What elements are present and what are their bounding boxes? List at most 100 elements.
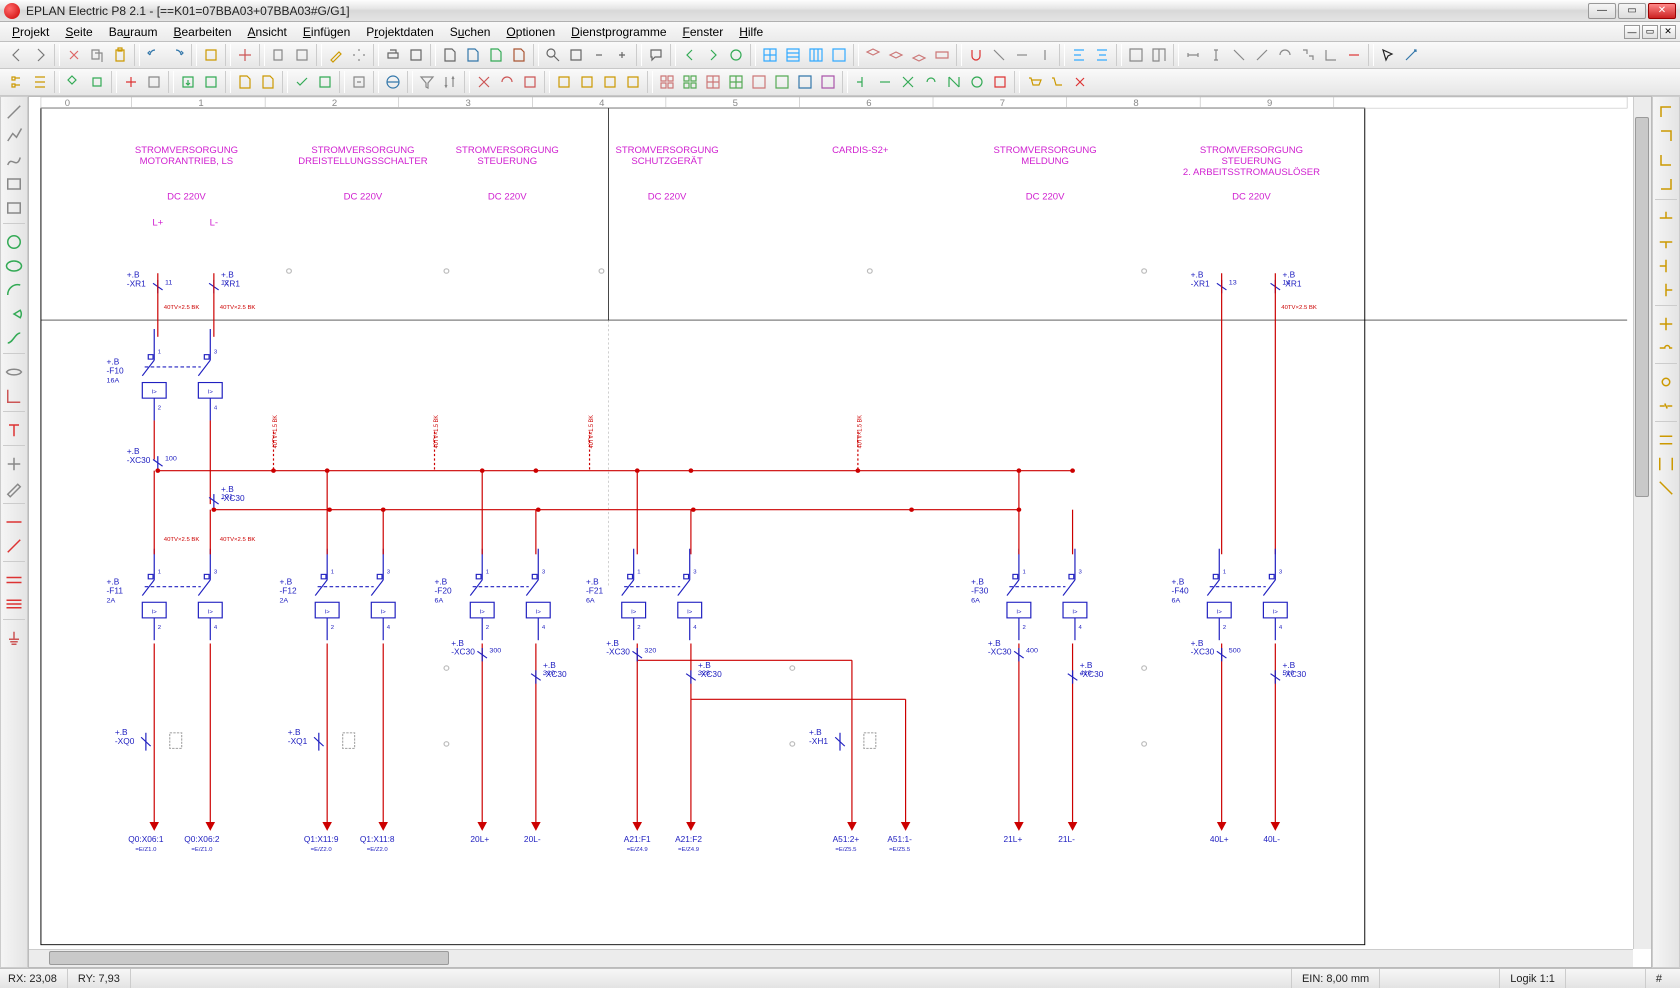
undo-icon[interactable]: [143, 44, 165, 66]
prev-page-icon[interactable]: [6, 44, 28, 66]
arc-icon[interactable]: [3, 279, 25, 301]
report1-icon[interactable]: [234, 71, 256, 93]
close-button[interactable]: ✕: [1648, 3, 1676, 19]
ground-icon[interactable]: [3, 627, 25, 649]
del-icon[interactable]: [1069, 71, 1091, 93]
macro-icon[interactable]: [234, 44, 256, 66]
redo-icon[interactable]: [166, 44, 188, 66]
part-icon[interactable]: [120, 71, 142, 93]
snap1-icon[interactable]: [988, 44, 1010, 66]
edit-icon[interactable]: [325, 44, 347, 66]
text-icon[interactable]: [3, 419, 25, 441]
menu-ansicht[interactable]: Ansicht: [242, 23, 293, 41]
settings-icon[interactable]: [348, 44, 370, 66]
jumper-icon[interactable]: [1655, 337, 1677, 359]
box3-icon[interactable]: [599, 71, 621, 93]
menu-projekt[interactable]: Projekt: [6, 23, 55, 41]
vline-icon[interactable]: [3, 535, 25, 557]
mdi-minimize[interactable]: —: [1624, 25, 1640, 39]
cursor-icon[interactable]: [1377, 44, 1399, 66]
next-page-icon[interactable]: [29, 44, 51, 66]
corner-bl-icon[interactable]: [1655, 149, 1677, 171]
cart2-icon[interactable]: [1046, 71, 1068, 93]
new-icon[interactable]: [439, 44, 461, 66]
grid1-icon[interactable]: [759, 44, 781, 66]
report2-icon[interactable]: [257, 71, 279, 93]
menu-einfuegen[interactable]: Einfügen: [297, 23, 356, 41]
nav-list-icon[interactable]: [29, 71, 51, 93]
snap2-icon[interactable]: [1011, 44, 1033, 66]
box1-icon[interactable]: [553, 71, 575, 93]
cross-icon[interactable]: [1655, 313, 1677, 335]
insert-icon[interactable]: [3, 453, 25, 475]
conn-o-icon[interactable]: [966, 71, 988, 93]
fwd-arrow-icon[interactable]: [702, 44, 724, 66]
grid2-icon[interactable]: [782, 44, 804, 66]
menu-optionen[interactable]: Optionen: [500, 23, 561, 41]
export2-icon[interactable]: [200, 71, 222, 93]
dim7-icon[interactable]: [1320, 44, 1342, 66]
bus2-icon[interactable]: [3, 593, 25, 615]
tee-d-icon[interactable]: [1655, 231, 1677, 253]
minimize-button[interactable]: —: [1588, 3, 1616, 19]
sym-grid4-icon[interactable]: [725, 71, 747, 93]
win2-icon[interactable]: [1148, 44, 1170, 66]
dim5-icon[interactable]: [1274, 44, 1296, 66]
dim8-icon[interactable]: [1343, 44, 1365, 66]
grid4-icon[interactable]: [828, 44, 850, 66]
menu-dienstprogramme[interactable]: Dienstprogramme: [565, 23, 672, 41]
sector-icon[interactable]: [3, 303, 25, 325]
mdi-restore[interactable]: ▭: [1642, 25, 1658, 39]
conn-l-icon[interactable]: [874, 71, 896, 93]
schematic-canvas[interactable]: 0123456789STROMVERSORGUNGMOTORANTRIEB, L…: [28, 96, 1652, 968]
zoom-window-icon[interactable]: [565, 44, 587, 66]
back-arrow-icon[interactable]: [679, 44, 701, 66]
comment-icon[interactable]: [645, 44, 667, 66]
spline-icon[interactable]: [3, 327, 25, 349]
plugin1-icon[interactable]: [63, 71, 85, 93]
file3-icon[interactable]: [508, 44, 530, 66]
sync-icon[interactable]: [725, 44, 747, 66]
mdi-close[interactable]: ✕: [1660, 25, 1676, 39]
dim3-icon[interactable]: [1228, 44, 1250, 66]
copy-icon[interactable]: [86, 44, 108, 66]
dim6-icon[interactable]: [1297, 44, 1319, 66]
layer4-icon[interactable]: [931, 44, 953, 66]
corner-br-icon[interactable]: [1655, 173, 1677, 195]
snap3-icon[interactable]: [1034, 44, 1056, 66]
conn-c-icon[interactable]: [920, 71, 942, 93]
xref1-icon[interactable]: [473, 71, 495, 93]
print-icon[interactable]: [382, 44, 404, 66]
plugin2-icon[interactable]: [86, 71, 108, 93]
copy2-icon[interactable]: [268, 44, 290, 66]
ellipse-icon[interactable]: [3, 255, 25, 277]
sym-grid5-icon[interactable]: [748, 71, 770, 93]
dim4-icon[interactable]: [1251, 44, 1273, 66]
goto-icon[interactable]: [348, 71, 370, 93]
link2-icon[interactable]: [1655, 453, 1677, 475]
conn-n-icon[interactable]: [943, 71, 965, 93]
sym-grid-icon[interactable]: [656, 71, 678, 93]
export1-icon[interactable]: [177, 71, 199, 93]
menu-projektdaten[interactable]: Projektdaten: [360, 23, 439, 41]
align1-icon[interactable]: [1068, 44, 1090, 66]
grid3-icon[interactable]: [805, 44, 827, 66]
circle-icon[interactable]: [3, 231, 25, 253]
sort-icon[interactable]: [439, 71, 461, 93]
break-icon[interactable]: [1655, 395, 1677, 417]
tee-l-icon[interactable]: [1655, 255, 1677, 277]
preview-icon[interactable]: [405, 44, 427, 66]
bus-icon[interactable]: [3, 569, 25, 591]
sym-grid6-icon[interactable]: [771, 71, 793, 93]
size-icon[interactable]: [143, 71, 165, 93]
path-icon[interactable]: [3, 385, 25, 407]
line-icon[interactable]: [3, 101, 25, 123]
paste-icon[interactable]: [109, 44, 131, 66]
layer1-icon[interactable]: [862, 44, 884, 66]
link3-icon[interactable]: [1655, 477, 1677, 499]
align2-icon[interactable]: [1091, 44, 1113, 66]
maximize-button[interactable]: ▭: [1618, 3, 1646, 19]
menu-bauraum[interactable]: Bauraum: [103, 23, 164, 41]
polyline-icon[interactable]: [3, 125, 25, 147]
xref3-icon[interactable]: [519, 71, 541, 93]
